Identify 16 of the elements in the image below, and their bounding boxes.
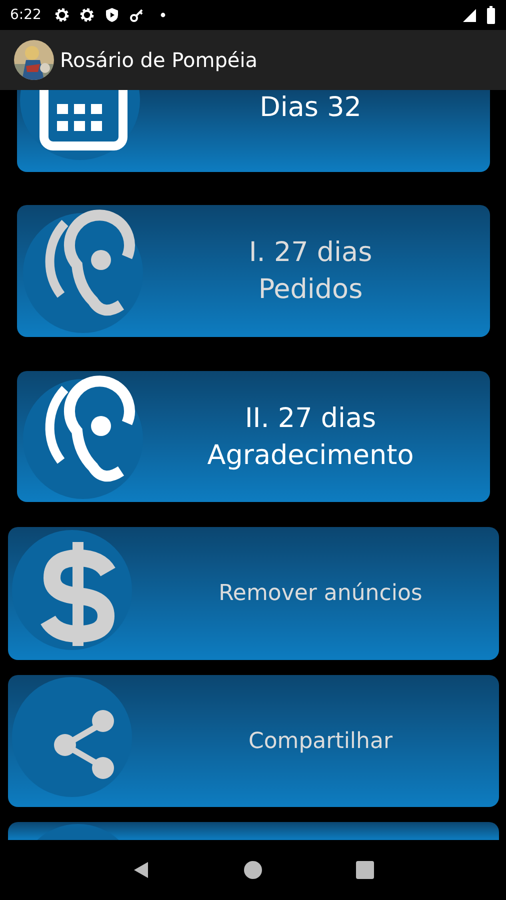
gear-icon bbox=[79, 7, 96, 23]
menu-card[interactable]: Compartilhar bbox=[8, 675, 499, 807]
menu-card[interactable]: Remover anúncios bbox=[8, 527, 499, 660]
recents-icon[interactable] bbox=[355, 860, 375, 880]
menu-card[interactable]: II. 27 dias Agradecimento bbox=[17, 371, 490, 502]
key-icon bbox=[129, 7, 146, 23]
shield-icon bbox=[104, 7, 120, 23]
dot-icon bbox=[160, 12, 166, 18]
app-title: Rosário de Pompéia bbox=[60, 48, 258, 72]
gear-icon bbox=[54, 7, 70, 23]
clock-time: 6:22 bbox=[10, 7, 42, 23]
menu-card[interactable]: Dias 32 bbox=[17, 90, 490, 172]
home-icon[interactable] bbox=[243, 860, 263, 880]
menu-card[interactable]: I. 27 dias Pedidos bbox=[17, 205, 490, 337]
battery-icon bbox=[486, 6, 496, 24]
signal-icon bbox=[461, 7, 477, 23]
